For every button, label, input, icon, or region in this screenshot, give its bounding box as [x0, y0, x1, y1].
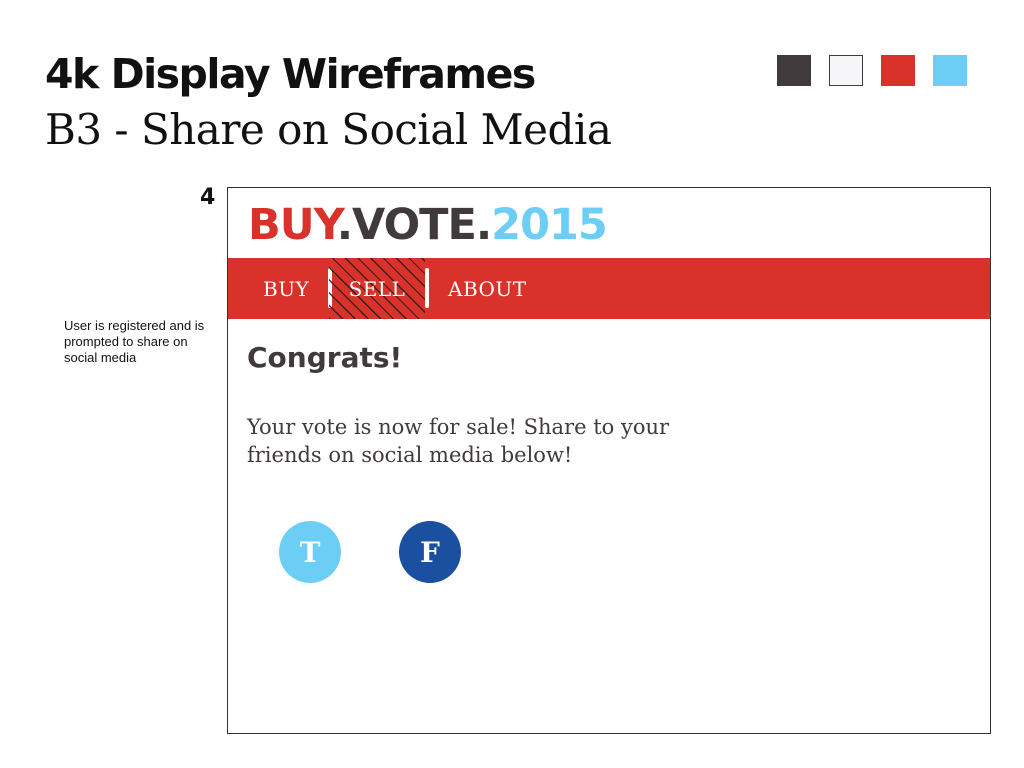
- main-nav: BUY SELL ABOUT: [228, 258, 990, 319]
- facebook-share-button[interactable]: F: [399, 521, 461, 583]
- step-number: 4: [200, 185, 216, 210]
- nav-item-sell[interactable]: SELL: [329, 258, 425, 319]
- page-subtitle: B3 - Share on Social Media: [45, 105, 612, 154]
- swatch-red: [881, 55, 915, 86]
- logo-part-year: 2015: [491, 200, 608, 250]
- swatch-dark-gray: [777, 55, 811, 86]
- step-annotation: User is registered and is prompted to sh…: [64, 318, 205, 365]
- nav-item-buy[interactable]: BUY: [263, 258, 309, 319]
- content-body: Your vote is now for sale! Share to your…: [247, 415, 670, 467]
- nav-divider: [425, 268, 429, 308]
- logo-part-vote: .VOTE.: [336, 200, 492, 250]
- logo-part-buy: BUY: [248, 200, 338, 250]
- twitter-share-button[interactable]: T: [279, 521, 341, 583]
- page-title: 4k Display Wireframes: [45, 50, 536, 98]
- content-heading: Congrats!: [247, 341, 403, 374]
- twitter-icon: T: [299, 535, 321, 569]
- wireframe-frame: BUY.VOTE.2015 BUY SELL ABOUT Congrats! Y…: [227, 187, 991, 734]
- swatch-light-blue: [933, 55, 967, 86]
- swatch-off-white: [829, 55, 863, 86]
- facebook-icon: F: [420, 535, 440, 569]
- color-palette: [777, 55, 967, 86]
- nav-item-about[interactable]: ABOUT: [448, 258, 527, 319]
- site-logo[interactable]: BUY.VOTE.2015: [248, 200, 608, 250]
